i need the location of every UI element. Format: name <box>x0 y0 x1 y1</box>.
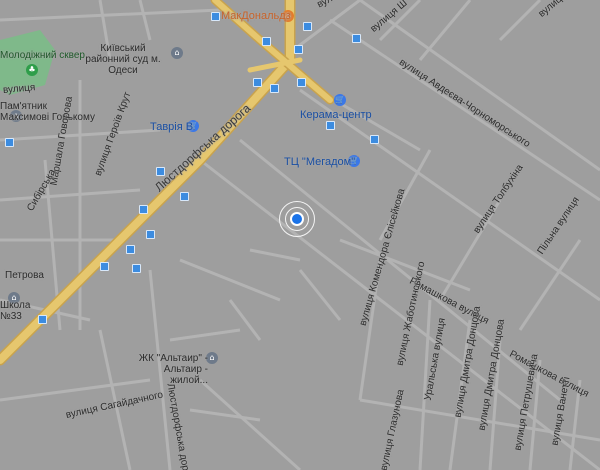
transit-stop[interactable] <box>262 37 271 46</box>
park-icon[interactable]: ♣ <box>26 64 38 76</box>
poi-label-kerama[interactable]: Керама-центр <box>300 109 372 121</box>
transit-stop[interactable] <box>132 264 141 273</box>
transit-stop[interactable] <box>180 192 189 201</box>
poi-label-megadom[interactable]: ТЦ "Мегадом" <box>284 156 355 168</box>
transit-stop[interactable] <box>38 315 47 324</box>
poi-label-school[interactable]: Школа №33 <box>0 300 36 322</box>
transit-stop[interactable] <box>100 262 109 271</box>
transit-stop[interactable] <box>5 138 14 147</box>
transit-stop[interactable] <box>211 12 220 21</box>
road-label-petrova: Петрова <box>5 270 44 281</box>
transit-stop[interactable] <box>326 121 335 130</box>
transit-stop[interactable] <box>270 84 279 93</box>
transit-stop[interactable] <box>352 34 361 43</box>
transit-stop[interactable] <box>126 245 135 254</box>
poi-label-monument[interactable]: Пам'ятник Максимові Горькому <box>0 101 95 123</box>
transit-stop[interactable] <box>294 45 303 54</box>
transit-stop[interactable] <box>139 205 148 214</box>
poi-label-mcdonalds[interactable]: МакДональдз <box>221 10 291 22</box>
transit-stop[interactable] <box>146 230 155 239</box>
transit-stop[interactable] <box>297 78 306 87</box>
poi-label-tavria[interactable]: Таврія В <box>150 121 193 133</box>
transit-stop[interactable] <box>370 135 379 144</box>
map-canvas[interactable]: ♨ МакДональдз ♣ Молодіжний сквер ⌂ Київс… <box>0 0 600 470</box>
poi-label-court[interactable]: Київський районний суд м. Одеси <box>78 43 168 76</box>
shopping-icon[interactable]: 🛒 <box>334 94 346 106</box>
transit-stop[interactable] <box>253 78 262 87</box>
transit-stop[interactable] <box>303 22 312 31</box>
government-icon[interactable]: ⌂ <box>171 47 183 59</box>
poi-label-altair[interactable]: ЖК "Альтаир" - Альтаир - жилой... <box>133 353 208 386</box>
current-location-dot[interactable] <box>290 212 304 226</box>
poi-label-park[interactable]: Молодіжний сквер <box>0 50 85 61</box>
